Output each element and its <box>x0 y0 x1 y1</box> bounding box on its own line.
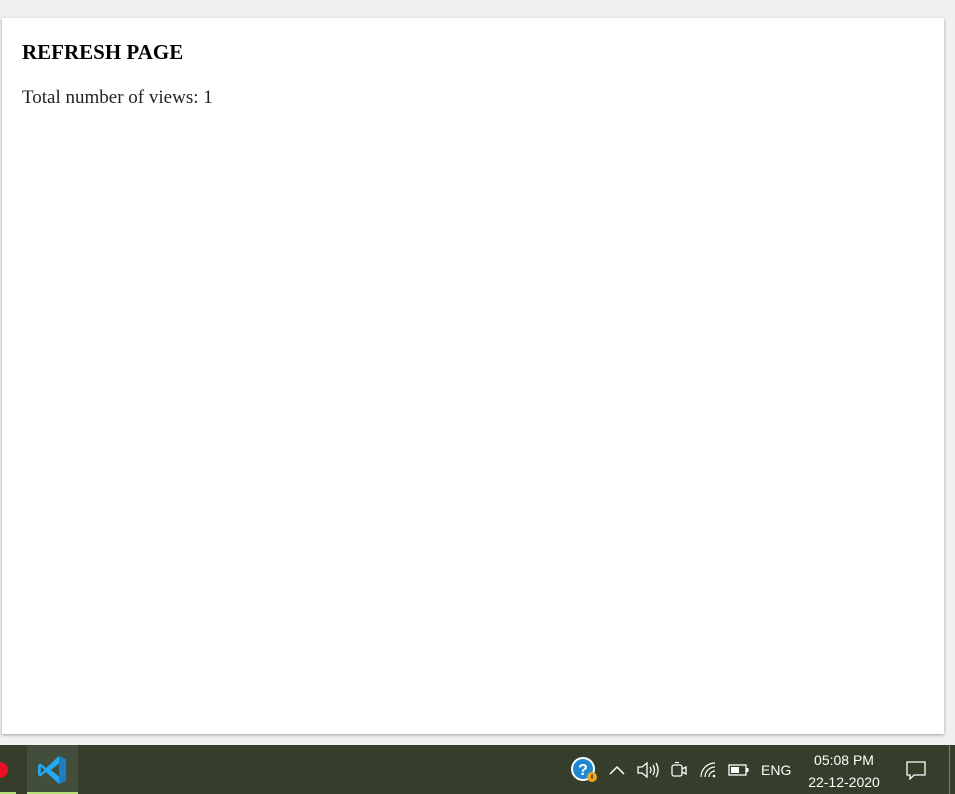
action-center-icon <box>906 760 926 780</box>
taskbar-app-partial[interactable] <box>0 745 16 794</box>
meet-now-icon[interactable] <box>668 757 690 783</box>
clock-date: 22-12-2020 <box>808 774 880 790</box>
partial-app-icon <box>0 762 8 778</box>
help-question-icon[interactable]: ? <box>569 757 599 783</box>
language-indicator[interactable]: ENG <box>761 762 791 778</box>
wifi-icon[interactable] <box>697 757 721 783</box>
speaker-icon[interactable] <box>635 757 661 783</box>
battery-icon[interactable] <box>726 757 752 783</box>
action-center-button[interactable] <box>896 745 936 794</box>
svg-text:?: ? <box>578 762 588 779</box>
page-title: REFRESH PAGE <box>22 40 184 64</box>
clock-time: 05:08 PM <box>814 752 874 768</box>
show-desktop-button[interactable] <box>949 745 950 794</box>
taskbar: ? ENG 05:08 PM 22-12-2020 <box>0 745 955 794</box>
chevron-up-icon[interactable] <box>606 757 628 783</box>
views-counter-text: Total number of views: 1 <box>22 87 213 108</box>
system-clock[interactable]: 05:08 PM 22-12-2020 <box>800 749 888 793</box>
vscode-icon <box>38 756 66 784</box>
taskbar-app-vscode[interactable] <box>27 745 78 794</box>
page-content: REFRESH PAGE Total number of views: 1 <box>2 18 944 734</box>
